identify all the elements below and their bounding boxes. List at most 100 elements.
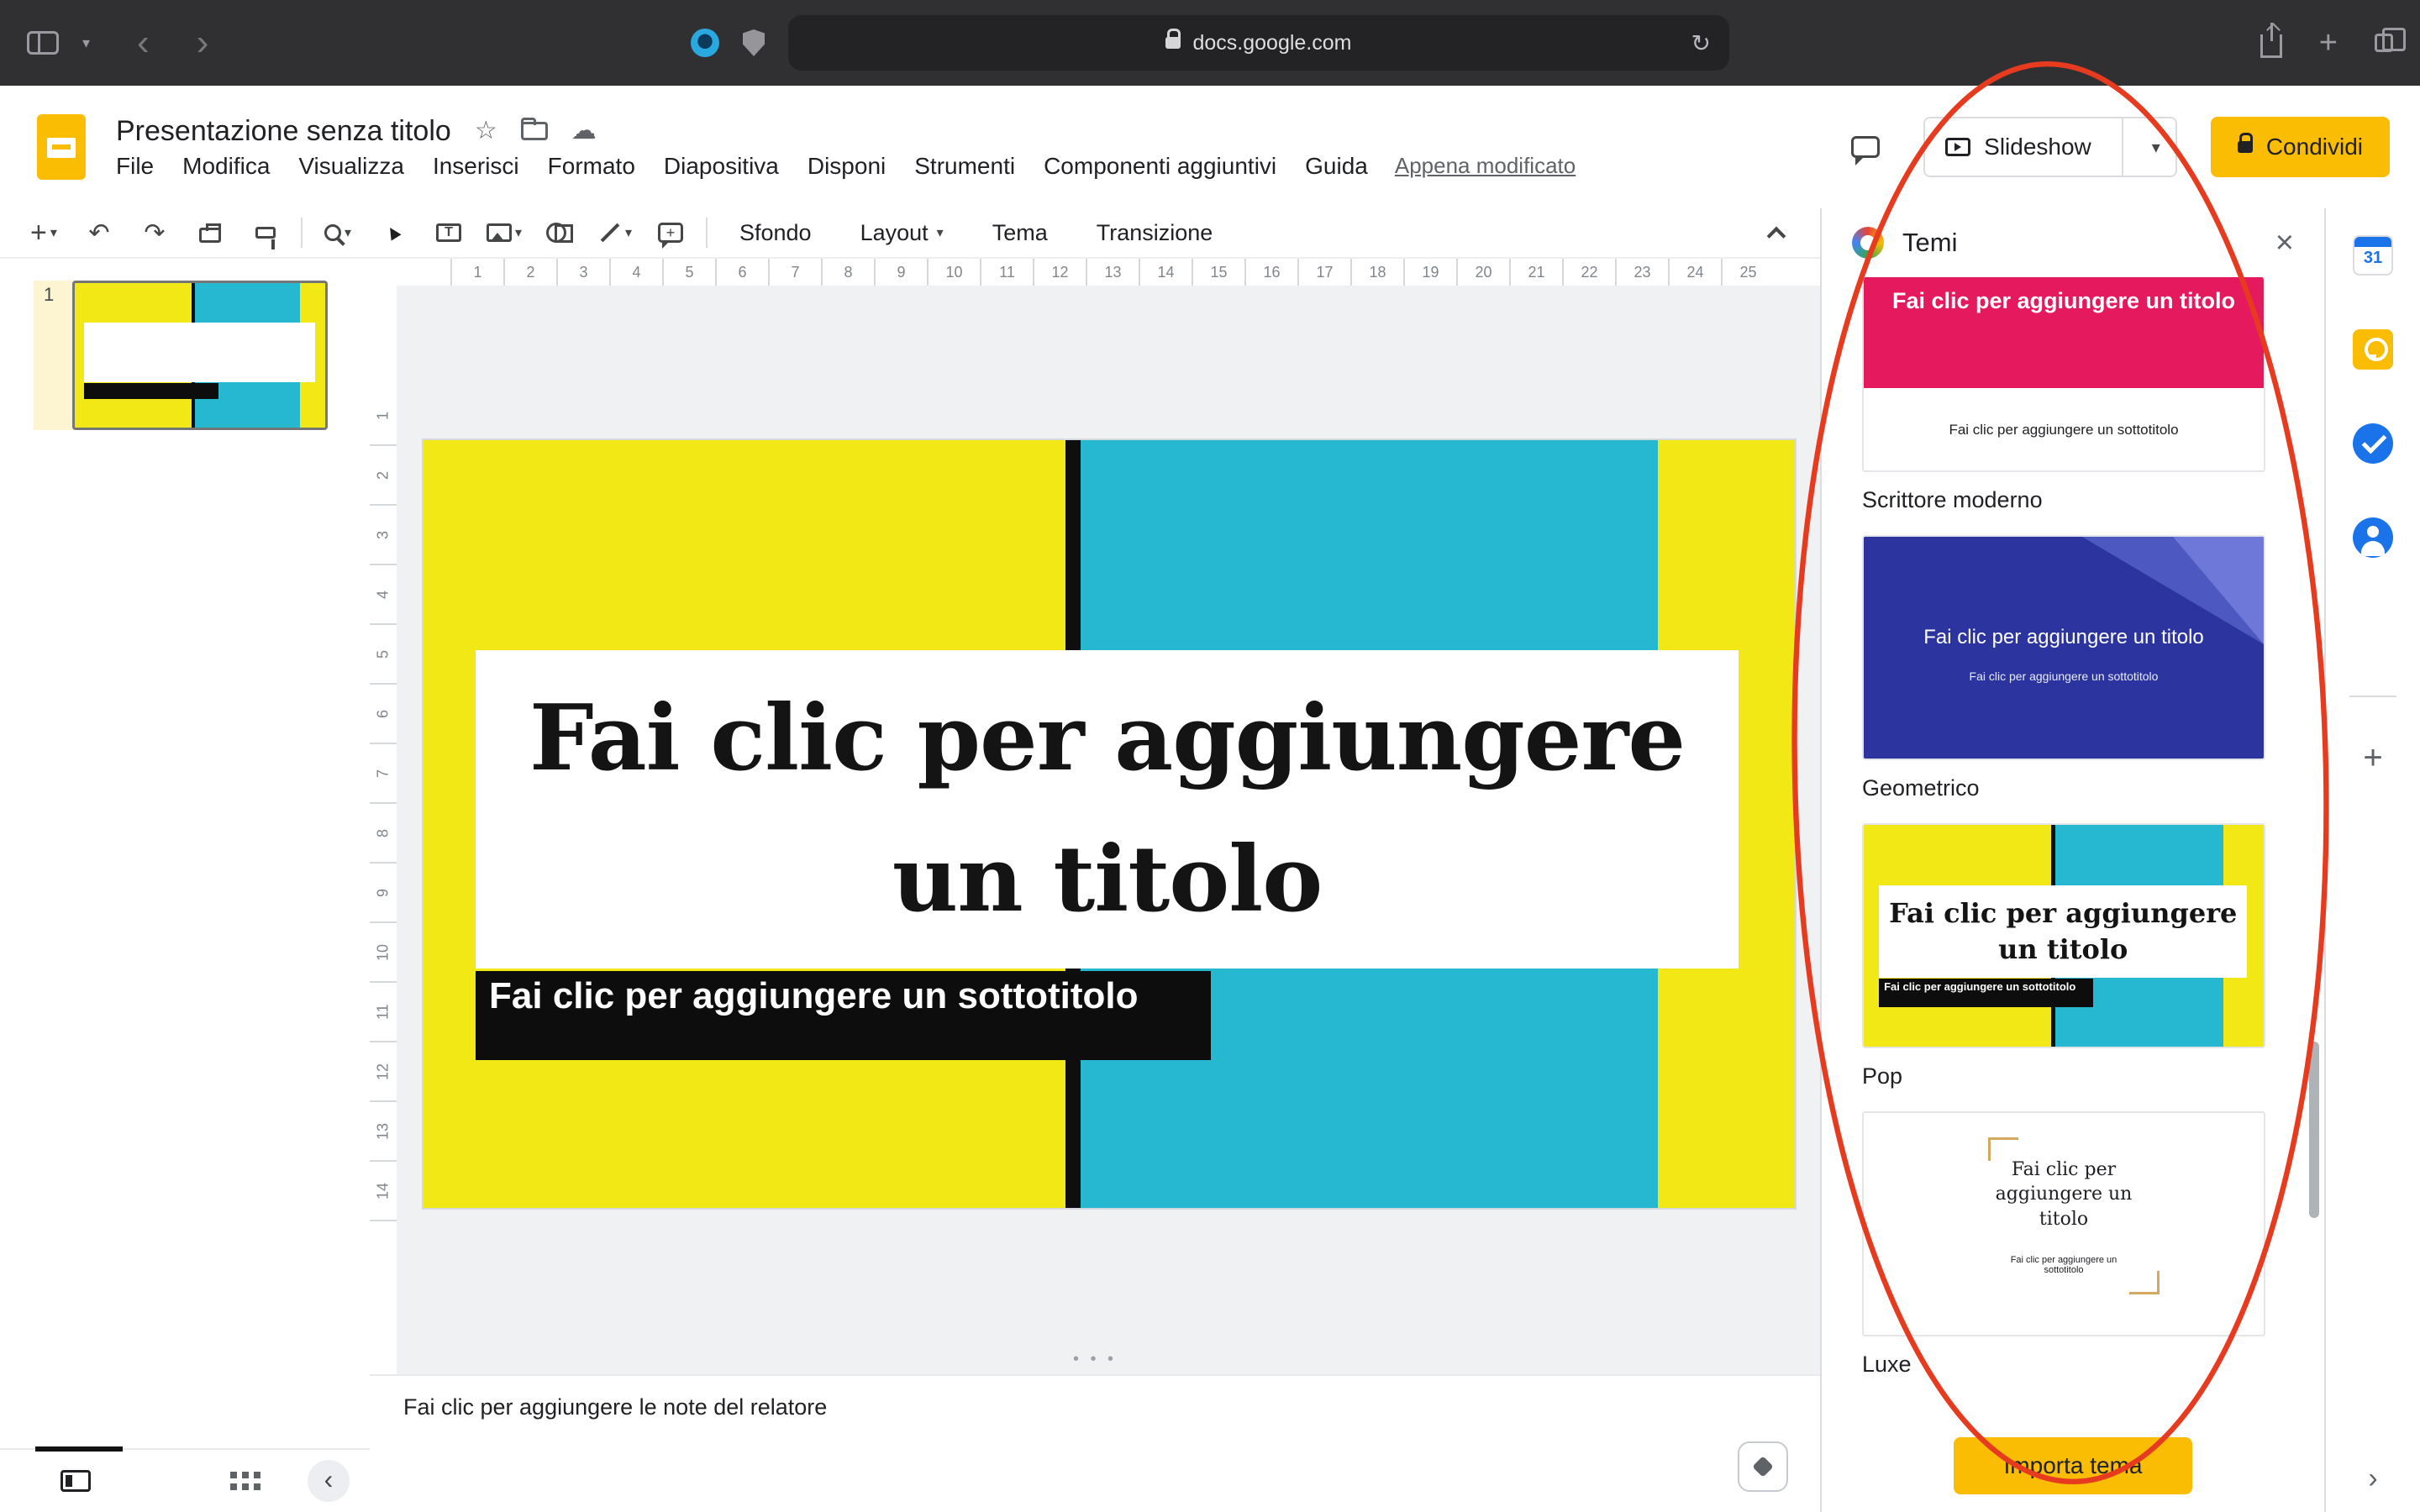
pager-dots-icon: • • • <box>1073 1350 1117 1369</box>
chevron-down-icon[interactable]: ▾ <box>82 34 90 52</box>
forward-icon[interactable]: › <box>197 24 209 61</box>
text-box-button[interactable]: T <box>429 213 469 253</box>
menu-strumenti[interactable]: Strumenti <box>914 153 1015 180</box>
print-button[interactable] <box>190 213 230 253</box>
layout-button[interactable]: Layout▾ <box>844 215 960 251</box>
zoom-button[interactable]: ▾ <box>318 213 358 253</box>
ruler-tick: 5 <box>370 625 397 685</box>
insert-line-button[interactable]: ▾ <box>595 213 635 253</box>
caret-down-icon: ▾ <box>937 224 944 241</box>
share-label: Condividi <box>2266 134 2363 160</box>
theme-card-title: Fai clic per aggiungere un titolo <box>1983 1158 2144 1232</box>
collapse-filmstrip-button[interactable]: ‹ <box>308 1460 350 1502</box>
addon-button[interactable] <box>1738 1441 1788 1492</box>
calendar-icon[interactable]: 31 <box>2353 235 2393 276</box>
ruler-tick: 14 <box>370 1162 397 1221</box>
maps-icon[interactable] <box>2353 612 2393 652</box>
star-icon[interactable]: ☆ <box>475 118 497 144</box>
menu-componenti-aggiuntivi[interactable]: Componenti aggiuntivi <box>1044 153 1276 180</box>
comments-icon[interactable] <box>1851 136 1880 158</box>
workspace-sidebar: 31 + › <box>2324 208 2420 1512</box>
caret-down-icon: ▾ <box>625 224 632 241</box>
insert-shape-button[interactable] <box>539 213 580 253</box>
transition-button[interactable]: Transizione <box>1080 215 1230 251</box>
header-main: Presentazione senza titolo ☆ ☁ File Modif… <box>116 115 1851 180</box>
menu-guida[interactable]: Guida <box>1305 153 1368 180</box>
grid-view-icon[interactable] <box>230 1472 237 1478</box>
cloud-status-icon[interactable]: ☁ <box>571 118 597 144</box>
import-theme-button[interactable]: Importa tema <box>1954 1437 2192 1494</box>
paint-format-button[interactable] <box>245 213 286 253</box>
slideshow-button[interactable]: Slideshow ▾ <box>1923 117 2177 177</box>
sidebar-toggle-icon[interactable] <box>27 31 59 55</box>
last-edit-link[interactable]: Appena modificato <box>1395 153 1576 179</box>
select-tool-button[interactable]: ▲ <box>373 213 413 253</box>
slide-canvas[interactable]: Fai clic per aggiungere un titolo Fai cl… <box>422 438 1797 1210</box>
ruler-tick: 1 <box>450 259 503 286</box>
filmstrip-view-icon[interactable] <box>60 1470 91 1492</box>
add-addon-icon[interactable]: + <box>2363 741 2382 774</box>
palette-icon <box>1852 227 1884 259</box>
menu-visualizza[interactable]: Visualizza <box>298 153 404 180</box>
redo-button[interactable]: ↷ <box>134 213 175 253</box>
address-bar[interactable]: docs.google.com ↻ <box>788 15 1729 71</box>
share-sheet-icon[interactable] <box>2260 34 2282 58</box>
ruler-tick: 8 <box>370 804 397 864</box>
slide-thumbnail[interactable] <box>72 281 328 430</box>
theme-card-subtitle: Fai clic per aggiungere un sottotitolo <box>1879 979 2093 1007</box>
menu-diapositiva[interactable]: Diapositiva <box>664 153 779 180</box>
background-button[interactable]: Sfondo <box>723 215 829 251</box>
collapse-toolbar-button[interactable] <box>1756 213 1797 253</box>
ruler-tick: 2 <box>370 446 397 506</box>
keep-icon[interactable] <box>2353 329 2393 370</box>
contacts-icon[interactable] <box>2353 517 2393 558</box>
shield-extension-icon[interactable] <box>743 29 765 56</box>
slideshow-caret-icon[interactable]: ▾ <box>2137 137 2175 158</box>
close-panel-icon[interactable]: × <box>2275 227 2294 259</box>
menu-inserisci[interactable]: Inserisci <box>433 153 519 180</box>
undo-button[interactable]: ↶ <box>79 213 119 253</box>
theme-card-luxe[interactable]: Fai clic per aggiungere un titolo Fai cl… <box>1862 1111 2265 1336</box>
expand-panel-icon[interactable]: › <box>2326 1462 2420 1495</box>
slide-title-placeholder[interactable]: Fai clic per aggiungere un titolo <box>476 650 1739 968</box>
document-title[interactable]: Presentazione senza titolo <box>116 115 451 148</box>
theme-card-header-block: Fai clic per aggiungere un titolo <box>1864 277 2264 388</box>
scrollbar-thumb[interactable] <box>2309 1042 2319 1218</box>
theme-card-geometrico[interactable]: Fai clic per aggiungere un titolo Fai cl… <box>1862 535 2265 760</box>
move-folder-icon[interactable] <box>521 122 548 140</box>
plus-icon: + <box>30 218 47 247</box>
share-button[interactable]: Condividi <box>2211 117 2390 177</box>
menu-disponi[interactable]: Disponi <box>808 153 886 180</box>
menu-file[interactable]: File <box>116 153 154 180</box>
insert-comment-button[interactable]: + <box>650 213 691 253</box>
reload-icon[interactable]: ↻ <box>1691 29 1711 57</box>
notes-placeholder: Fai clic per aggiungere le note del rela… <box>403 1394 827 1420</box>
new-tab-icon[interactable]: + <box>2319 27 2338 59</box>
theme-button[interactable]: Tema <box>976 215 1065 251</box>
ruler-tick: 25 <box>1721 259 1774 286</box>
ruler-tick: 22 <box>1562 259 1615 286</box>
ruler-tick: 12 <box>1033 259 1086 286</box>
new-slide-button[interactable]: +▾ <box>24 213 64 253</box>
line-icon <box>601 223 620 243</box>
tasks-icon[interactable] <box>2353 423 2393 464</box>
theme-card-pop[interactable]: Fai clic per aggiungere un titolo Fai cl… <box>1862 823 2265 1048</box>
speaker-notes[interactable]: Fai clic per aggiungere le note del rela… <box>370 1374 1820 1438</box>
view-switcher-bar: ‹ <box>0 1448 370 1512</box>
menu-formato[interactable]: Formato <box>548 153 635 180</box>
slide-thumbnail-item[interactable]: 1 <box>0 281 370 449</box>
magnifier-icon <box>324 224 341 241</box>
theme-card-scrittore-moderno[interactable]: Fai clic per aggiungere un titolo Fai cl… <box>1862 277 2265 472</box>
canvas-column: 1234567891011121314151617181920212223242… <box>370 259 1820 1512</box>
extension-icon[interactable] <box>691 29 719 57</box>
theme-card-subtitle: Fai clic per aggiungere un sottotitolo <box>1993 1255 2134 1275</box>
slide-subtitle-placeholder[interactable]: Fai clic per aggiungere un sottotitolo <box>476 971 1211 1059</box>
tab-overview-icon[interactable] <box>2375 34 2393 52</box>
browser-nav-group: ▾ ‹ › <box>27 24 313 61</box>
menu-modifica[interactable]: Modifica <box>182 153 270 180</box>
back-icon[interactable]: ‹ <box>137 24 150 61</box>
slides-logo-icon[interactable] <box>37 114 86 180</box>
insert-image-button[interactable]: ▾ <box>484 213 524 253</box>
text-box-icon: T <box>436 223 461 242</box>
ruler-tick: 13 <box>370 1102 397 1162</box>
